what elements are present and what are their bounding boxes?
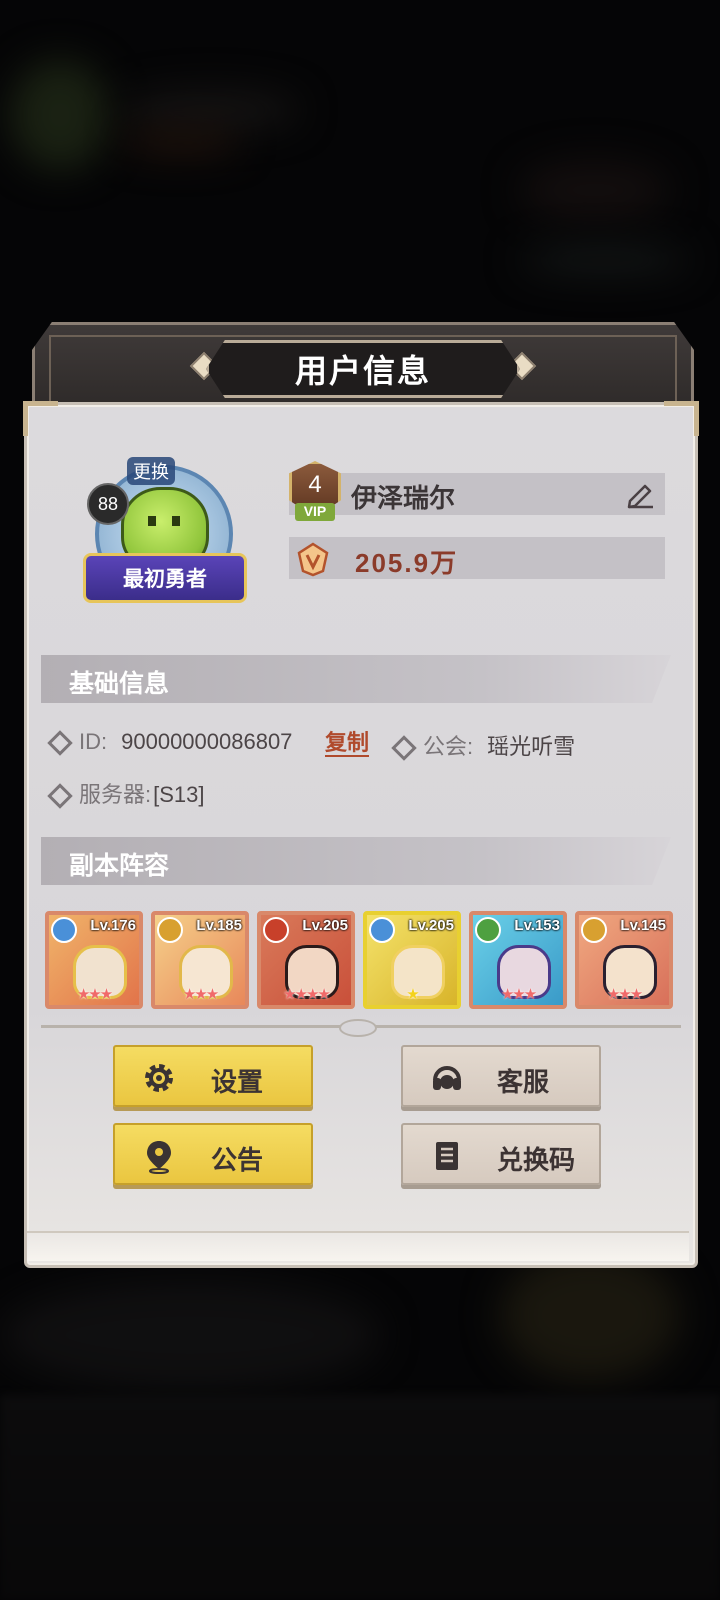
user-info-dialog: 用户信息 更换 88 最初勇者 伊泽瑞尔 4 VIP 205.9万 基础信息 I… bbox=[23, 322, 699, 1268]
hero-stars: ★★★ bbox=[76, 986, 113, 1003]
fire-element-icon bbox=[263, 917, 289, 943]
hero-stars: ★★★ bbox=[606, 986, 643, 1003]
hero-stars: ★ bbox=[406, 986, 419, 1003]
diamond-bullet-icon bbox=[47, 730, 73, 756]
hero-card[interactable]: Lv.205 ★★★★ bbox=[257, 911, 355, 1009]
customer-service-button[interactable]: 客服 bbox=[401, 1045, 601, 1107]
dialog-title-plate: 用户信息 bbox=[206, 340, 520, 398]
announcement-button[interactable]: 公告 bbox=[113, 1123, 313, 1185]
guild-label: 公会: bbox=[423, 734, 474, 759]
divider-ornament bbox=[339, 1019, 377, 1037]
hero-stars: ★★★ bbox=[182, 986, 219, 1003]
hero-card[interactable]: Lv.153 ★★★ bbox=[469, 911, 567, 1009]
settings-label: 设置 bbox=[211, 1067, 264, 1097]
hero-card[interactable]: Lv.205 ★ bbox=[363, 911, 461, 1009]
panel-corner-right bbox=[664, 401, 699, 436]
book-icon bbox=[436, 1142, 458, 1170]
hero-card[interactable]: Lv.145 ★★★ bbox=[575, 911, 673, 1009]
hero-level: Lv.176 bbox=[90, 917, 136, 934]
settings-button[interactable]: 设置 bbox=[113, 1045, 313, 1107]
player-name: 伊泽瑞尔 bbox=[351, 483, 456, 513]
hero-stars: ★★★★ bbox=[283, 986, 331, 1003]
server-row: 服务器:[S13] bbox=[47, 777, 205, 809]
id-row: ID: 90000000086807 bbox=[47, 729, 293, 756]
guild-value: 瑶光听雪 bbox=[487, 734, 576, 759]
basic-info-header: 基础信息 bbox=[41, 655, 671, 703]
panel-bottom-trim bbox=[27, 1231, 689, 1261]
light-element-icon bbox=[581, 917, 607, 943]
light-element-icon bbox=[157, 917, 183, 943]
power-value: 205.9万 bbox=[355, 548, 459, 578]
avatar-title-banner: 最初勇者 bbox=[83, 553, 247, 603]
water-element-icon bbox=[51, 917, 77, 943]
hero-level: Lv.205 bbox=[408, 917, 454, 934]
copy-id-button[interactable]: 复制 bbox=[325, 731, 370, 757]
guild-row: 公会: 瑶光听雪 bbox=[391, 729, 576, 761]
server-label: 服务器: bbox=[79, 782, 152, 807]
hero-card[interactable]: Lv.176 ★★★ bbox=[45, 911, 143, 1009]
avatar-change-button[interactable]: 更换 bbox=[127, 457, 175, 485]
panel-corner-left bbox=[23, 401, 58, 436]
hero-card[interactable]: Lv.185 ★★★ bbox=[151, 911, 249, 1009]
headset-icon bbox=[433, 1066, 461, 1090]
diamond-bullet-icon bbox=[47, 783, 73, 809]
vip-label: VIP bbox=[295, 503, 335, 521]
avatar[interactable]: 更换 88 最初勇者 bbox=[83, 457, 247, 607]
hero-level: Lv.185 bbox=[196, 917, 242, 934]
location-pin-icon bbox=[147, 1141, 171, 1174]
lineup-title: 副本阵容 bbox=[69, 852, 170, 880]
hero-stars: ★★★ bbox=[500, 986, 537, 1003]
id-value: 90000000086807 bbox=[121, 729, 293, 754]
water-element-icon bbox=[369, 917, 395, 943]
redeem-code-button[interactable]: 兑换码 bbox=[401, 1123, 601, 1185]
hero-level: Lv.153 bbox=[514, 917, 560, 934]
power-bar: 205.9万 bbox=[289, 537, 665, 579]
edit-name-icon[interactable] bbox=[625, 479, 655, 509]
hero-level: Lv.205 bbox=[302, 917, 348, 934]
player-level-badge: 88 bbox=[87, 483, 129, 525]
announcement-label: 公告 bbox=[211, 1145, 264, 1175]
redeem-code-label: 兑换码 bbox=[497, 1145, 576, 1175]
id-label: ID: bbox=[79, 729, 108, 754]
dialog-panel: 更换 88 最初勇者 伊泽瑞尔 4 VIP 205.9万 基础信息 ID: 90… bbox=[23, 401, 699, 1268]
dialog-title: 用户信息 bbox=[294, 353, 431, 389]
hero-lineup: Lv.176 ★★★ Lv.185 ★★★ Lv.205 ★★★★ Lv.205… bbox=[45, 911, 679, 1009]
customer-service-label: 客服 bbox=[497, 1067, 550, 1097]
basic-info-title: 基础信息 bbox=[69, 670, 170, 698]
lineup-header: 副本阵容 bbox=[41, 837, 671, 885]
vip-badge[interactable]: 4 VIP bbox=[285, 461, 347, 525]
nature-element-icon bbox=[475, 917, 501, 943]
server-value: [S13] bbox=[153, 782, 205, 807]
combat-power-icon bbox=[297, 542, 329, 577]
hero-level: Lv.145 bbox=[620, 917, 666, 934]
diamond-bullet-icon bbox=[391, 735, 417, 761]
gear-icon bbox=[145, 1064, 173, 1092]
